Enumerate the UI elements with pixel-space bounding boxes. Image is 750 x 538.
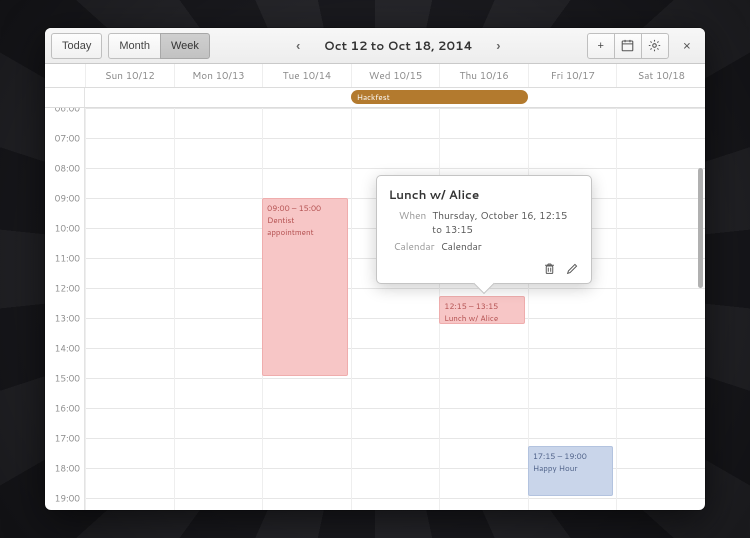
time-gutter: 06:00 07:00 08:00 09:00 10:00 11:00 12:00 13:00… bbox=[45, 108, 85, 510]
hour-label: 07:00 bbox=[55, 132, 80, 145]
calendar-event[interactable]: 17:15 – 19:00Happy Hour bbox=[528, 446, 613, 497]
popover-title: Lunch w/ Alice bbox=[389, 186, 579, 203]
event-time: 09:00 – 15:00 bbox=[267, 202, 342, 214]
allday-event[interactable]: Hackfest bbox=[351, 90, 528, 104]
event-time: 12:15 – 13:15 bbox=[444, 300, 519, 312]
hour-label: 15:00 bbox=[55, 372, 80, 385]
week-grid[interactable]: 06:00 07:00 08:00 09:00 10:00 11:00 12:00 13:00… bbox=[45, 108, 705, 510]
event-grid[interactable]: 09:00 – 15:00Dentist appointment 12:15 – … bbox=[85, 108, 705, 510]
hour-label: 10:00 bbox=[55, 222, 80, 235]
hour-label: 18:00 bbox=[55, 462, 80, 475]
vertical-scrollbar[interactable] bbox=[697, 168, 703, 500]
day-header: Sun 10/12 bbox=[85, 64, 174, 87]
calendar-picker-button[interactable] bbox=[614, 33, 642, 59]
day-headers: Sun 10/12 Mon 10/13 Tue 10/14 Wed 10/15 … bbox=[45, 64, 705, 88]
calendar-event[interactable]: 09:00 – 15:00Dentist appointment bbox=[262, 198, 347, 376]
scroll-thumb[interactable] bbox=[698, 168, 703, 288]
hour-label: 19:00 bbox=[55, 492, 80, 505]
view-switcher: Month Week bbox=[108, 33, 210, 59]
allday-row: Hackfest bbox=[45, 88, 705, 108]
popover-calendar-key: Calendar bbox=[389, 240, 435, 254]
day-header: Wed 10/15 bbox=[351, 64, 440, 87]
date-range-title: Oct 12 to Oct 18, 2014 bbox=[324, 37, 473, 54]
event-title: Dentist appointment bbox=[267, 214, 342, 238]
day-header: Sat 10/18 bbox=[616, 64, 705, 87]
title-group: ‹ Oct 12 to Oct 18, 2014 › bbox=[216, 33, 581, 58]
add-event-button[interactable]: + bbox=[587, 33, 615, 59]
day-header: Thu 10/16 bbox=[439, 64, 528, 87]
day-header: Tue 10/14 bbox=[262, 64, 351, 87]
event-time: 17:15 – 19:00 bbox=[533, 450, 608, 462]
calendar-event[interactable]: 12:15 – 13:15Lunch w/ Alice bbox=[439, 296, 524, 324]
view-week-button[interactable]: Week bbox=[160, 33, 210, 59]
pencil-icon bbox=[566, 262, 579, 275]
calendar-icon bbox=[621, 39, 634, 52]
close-button[interactable]: × bbox=[675, 33, 699, 59]
hour-label: 16:00 bbox=[55, 402, 80, 415]
header-actions: + × bbox=[587, 33, 699, 59]
popover-when-value: Thursday, October 16, 12:15 to 13:15 bbox=[432, 209, 578, 237]
event-title: Lunch w/ Alice bbox=[444, 312, 519, 324]
today-button[interactable]: Today bbox=[51, 33, 102, 59]
hour-label: 08:00 bbox=[55, 162, 80, 175]
delete-event-button[interactable] bbox=[543, 262, 556, 275]
hour-label: 12:00 bbox=[55, 282, 80, 295]
hour-label: 06:00 bbox=[55, 108, 80, 115]
day-header: Mon 10/13 bbox=[174, 64, 263, 87]
allday-lane[interactable]: Hackfest bbox=[85, 88, 705, 107]
hour-label: 17:00 bbox=[55, 432, 80, 445]
day-header: Fri 10/17 bbox=[528, 64, 617, 87]
event-popover: Lunch w/ Alice When Thursday, October 16… bbox=[376, 175, 592, 284]
prev-week-button[interactable]: ‹ bbox=[290, 33, 306, 58]
view-month-button[interactable]: Month bbox=[108, 33, 161, 59]
trash-icon bbox=[543, 262, 556, 275]
headerbar: Today Month Week ‹ Oct 12 to Oct 18, 201… bbox=[45, 28, 705, 64]
time-gutter-header bbox=[45, 64, 85, 87]
edit-event-button[interactable] bbox=[566, 262, 579, 275]
hour-label: 14:00 bbox=[55, 342, 80, 355]
hour-label: 11:00 bbox=[55, 252, 80, 265]
popover-when-key: When bbox=[389, 209, 427, 237]
hour-label: 09:00 bbox=[55, 192, 80, 205]
popover-calendar-value: Calendar bbox=[441, 240, 482, 254]
event-title: Happy Hour bbox=[533, 462, 608, 474]
hour-label: 13:00 bbox=[55, 312, 80, 325]
next-week-button[interactable]: › bbox=[491, 33, 507, 58]
calendar-window: Today Month Week ‹ Oct 12 to Oct 18, 201… bbox=[45, 28, 705, 510]
settings-button[interactable] bbox=[641, 33, 669, 59]
gear-icon bbox=[648, 39, 661, 52]
